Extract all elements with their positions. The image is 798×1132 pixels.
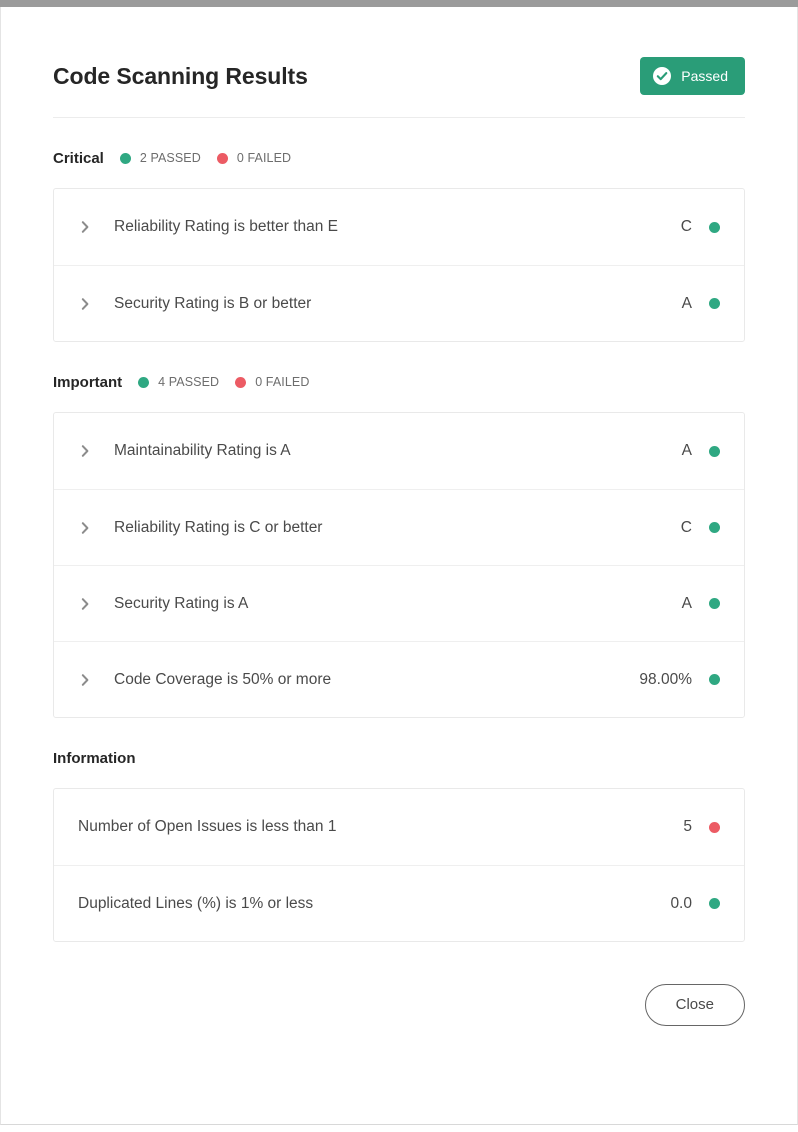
section: Critical 2 PASSED 0 FAILED Reliability Rati… bbox=[53, 140, 745, 342]
condition-row-expandable[interactable]: Reliability Rating is better than E C bbox=[54, 189, 744, 265]
count-passed: 2 PASSED bbox=[119, 151, 201, 165]
condition-row-expandable[interactable]: Maintainability Rating is A A bbox=[54, 413, 744, 489]
condition-value: A bbox=[681, 594, 692, 612]
section-counts: 4 PASSED 0 FAILED bbox=[138, 375, 309, 389]
condition-label: Security Rating is B or better bbox=[114, 294, 312, 312]
condition-row-expandable[interactable]: Reliability Rating is C or better C bbox=[54, 489, 744, 565]
condition-row-expandable[interactable]: Security Rating is B or better A bbox=[54, 265, 744, 341]
conditions-card: Maintainability Rating is A A Reliability … bbox=[53, 412, 745, 718]
status-badge-label: Passed bbox=[681, 68, 728, 84]
conditions-card: Reliability Rating is better than E C Secu… bbox=[53, 188, 745, 342]
count-failed-label: 0 FAILED bbox=[255, 375, 310, 389]
chevron-right-icon[interactable] bbox=[78, 597, 92, 611]
condition-value: A bbox=[681, 442, 692, 459]
count-passed-label: 4 PASSED bbox=[158, 375, 220, 389]
section-counts: 2 PASSED 0 FAILED bbox=[119, 151, 292, 165]
pass-dot-icon bbox=[709, 298, 720, 309]
count-passed-label: 2 PASSED bbox=[139, 151, 201, 165]
pass-dot-icon bbox=[709, 674, 720, 685]
fail-dot-icon bbox=[235, 376, 247, 388]
section-title: Important bbox=[53, 373, 123, 391]
condition-label: Number of Open Issues is less than 1 bbox=[78, 818, 337, 835]
section-header: Critical 2 PASSED 0 FAILED bbox=[53, 140, 745, 176]
code-scanning-results-modal: Code Scanning Results Passed Critical 2 P… bbox=[0, 7, 798, 1125]
condition-value: 0.0 bbox=[670, 894, 692, 912]
modal-header: Code Scanning Results Passed bbox=[53, 7, 745, 118]
condition-value: 5 bbox=[683, 818, 692, 835]
chevron-right-icon[interactable] bbox=[78, 444, 92, 458]
count-failed: 0 FAILED bbox=[216, 151, 292, 165]
chevron-right-icon[interactable] bbox=[78, 673, 92, 687]
status-badge: Passed bbox=[640, 57, 745, 95]
section-title: Information bbox=[53, 749, 136, 767]
check-circle-icon bbox=[653, 67, 672, 85]
count-failed: 0 FAILED bbox=[235, 375, 309, 389]
count-passed: 4 PASSED bbox=[138, 375, 219, 389]
condition-label: Reliability Rating is better than E bbox=[114, 218, 339, 235]
pass-dot-icon bbox=[709, 522, 720, 533]
section: Information Number of Open Issues is less… bbox=[53, 740, 745, 942]
condition-value: C bbox=[680, 218, 692, 235]
chevron-right-icon[interactable] bbox=[78, 297, 92, 311]
condition-row: Duplicated Lines (%) is 1% or less 0.0 bbox=[54, 865, 744, 941]
close-button[interactable]: Close bbox=[644, 984, 745, 1026]
pass-dot-icon bbox=[709, 598, 720, 609]
condition-value: 98.00% bbox=[639, 670, 692, 688]
section-header: Important 4 PASSED 0 FAILED bbox=[53, 364, 745, 400]
pass-dot-icon bbox=[709, 445, 720, 457]
section-header: Information bbox=[53, 740, 745, 776]
condition-label: Code Coverage is 50% or more bbox=[114, 670, 332, 688]
pass-dot-icon bbox=[709, 221, 720, 233]
chevron-right-icon[interactable] bbox=[78, 220, 92, 234]
pass-dot-icon bbox=[709, 898, 720, 909]
condition-row-expandable[interactable]: Code Coverage is 50% or more 98.00% bbox=[54, 641, 744, 717]
fail-dot-icon bbox=[216, 152, 228, 164]
count-failed-label: 0 FAILED bbox=[236, 151, 292, 165]
pass-dot-icon bbox=[138, 376, 150, 388]
fail-dot-icon bbox=[709, 821, 720, 833]
condition-row: Number of Open Issues is less than 1 5 bbox=[54, 789, 744, 865]
conditions-card: Number of Open Issues is less than 1 5 Dup… bbox=[53, 788, 745, 942]
pass-dot-icon bbox=[119, 152, 131, 164]
page-title: Code Scanning Results bbox=[53, 62, 308, 89]
sections-container: Critical 2 PASSED 0 FAILED Reliability Rati… bbox=[53, 140, 745, 942]
condition-label: Duplicated Lines (%) is 1% or less bbox=[78, 894, 314, 912]
condition-label: Reliability Rating is C or better bbox=[114, 518, 323, 536]
condition-value: A bbox=[681, 294, 692, 312]
condition-row-expandable[interactable]: Security Rating is A A bbox=[54, 565, 744, 641]
chevron-right-icon[interactable] bbox=[78, 521, 92, 535]
section: Important 4 PASSED 0 FAILED Maintainability… bbox=[53, 364, 745, 718]
condition-label: Maintainability Rating is A bbox=[114, 442, 291, 459]
condition-label: Security Rating is A bbox=[114, 594, 249, 612]
modal-backdrop-strip bbox=[0, 0, 798, 7]
section-title: Critical bbox=[53, 149, 104, 167]
condition-value: C bbox=[680, 518, 692, 536]
modal-footer: Close bbox=[53, 942, 745, 1026]
